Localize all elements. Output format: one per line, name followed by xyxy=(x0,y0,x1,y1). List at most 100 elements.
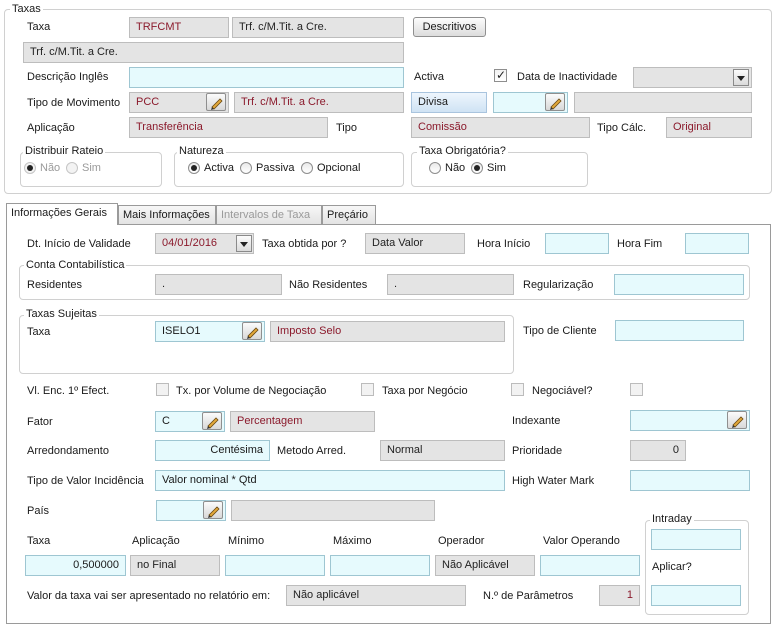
tipo-mov-desc-field: Trf. c/M.Tit. a Cre. xyxy=(234,92,404,113)
obrigatoria-nao-label: Não xyxy=(445,162,466,174)
tab-mais-informacoes[interactable]: Mais Informações xyxy=(118,205,216,225)
distribuir-title: Distribuir Rateio xyxy=(23,145,106,158)
valor-operando-input[interactable] xyxy=(540,555,640,576)
fator-picker-icon[interactable] xyxy=(202,412,222,430)
col-aplicacao-header: Aplicação xyxy=(132,535,180,547)
data-inact-dropdown-icon[interactable] xyxy=(733,69,749,86)
desc-ingles-label: Descrição Inglês xyxy=(27,71,109,83)
taxas-group-title: Taxas xyxy=(10,3,43,16)
distribuir-nao-radio xyxy=(24,162,36,174)
natureza-opcional-label: Opcional xyxy=(317,162,361,174)
hora-inicio-input[interactable] xyxy=(545,233,609,254)
col-valor-operando-header: Valor Operando xyxy=(543,535,620,547)
sujeitas-taxa-desc-field: Imposto Selo xyxy=(270,321,505,342)
hora-fim-input[interactable] xyxy=(685,233,749,254)
fator-desc-field: Percentagem xyxy=(230,411,375,432)
hora-inicio-label: Hora Início xyxy=(477,238,531,250)
col-taxa-header: Taxa xyxy=(27,535,51,547)
tx-volume-checkbox[interactable] xyxy=(361,383,374,396)
distribuir-sim-label: Sim xyxy=(82,162,101,174)
col-operador-header: Operador xyxy=(438,535,485,547)
negociavel-checkbox[interactable] xyxy=(630,383,643,396)
negociavel-label: Negociável? xyxy=(532,385,593,397)
tx-volume-label: Tx. por Volume de Negociação xyxy=(176,385,327,397)
intraday-title: Intraday xyxy=(650,513,694,526)
tipo-valor-input[interactable]: Valor nominal * Qtd xyxy=(155,470,505,491)
obrigatoria-sim-label: Sim xyxy=(487,162,506,174)
residentes-label: Residentes xyxy=(27,279,83,291)
tipo-mov-picker-icon[interactable] xyxy=(206,93,226,111)
arred-label: Arredondamento xyxy=(27,445,109,457)
tipo-valor-label: Tipo de Valor Incidência xyxy=(27,475,144,487)
high-water-label: High Water Mark xyxy=(512,475,595,487)
aplicacao-field: Transferência xyxy=(129,117,328,138)
aplicacao-value-field: no Final xyxy=(130,555,220,576)
n-param-field: 1 xyxy=(599,585,640,606)
taxa-obtida-field: Data Valor xyxy=(365,233,465,254)
divisa-field: Divisa xyxy=(411,92,487,113)
distribuir-nao-label: Não xyxy=(40,162,61,174)
divisa-picker-icon[interactable] xyxy=(545,93,565,111)
taxa-value-input[interactable]: 0,500000 xyxy=(25,555,126,576)
natureza-passiva-label: Passiva xyxy=(256,162,295,174)
conta-title: Conta Contabilística xyxy=(24,259,127,272)
tab-intervalos-de-taxa[interactable]: Intervalos de Taxa xyxy=(216,205,322,225)
natureza-passiva-radio[interactable] xyxy=(240,162,252,174)
taxa-negocio-checkbox[interactable] xyxy=(511,383,524,396)
tab-informacoes-gerais[interactable]: Informações Gerais xyxy=(6,203,118,225)
tipo-cliente-input[interactable] xyxy=(615,320,744,341)
activa-label: Activa xyxy=(414,71,444,83)
tab-precario[interactable]: Preçário xyxy=(322,205,376,225)
operador-field: Não Aplicável xyxy=(435,555,535,576)
divisa-desc-field xyxy=(574,92,752,113)
fator-label: Fator xyxy=(27,416,53,428)
activa-checkbox[interactable] xyxy=(494,68,507,82)
long-desc-field: Trf. c/M.Tit. a Cre. xyxy=(23,42,404,63)
pais-picker-icon[interactable] xyxy=(203,501,223,519)
metodo-arred-field: Normal xyxy=(380,440,505,461)
obrigatoria-sim-radio[interactable] xyxy=(471,162,483,174)
descritivos-button[interactable]: Descritivos xyxy=(413,17,486,37)
taxa-label: Taxa xyxy=(27,21,51,33)
high-water-input[interactable] xyxy=(630,470,750,491)
desc-ingles-input[interactable] xyxy=(129,67,404,88)
taxa-obtida-label: Taxa obtida por ? xyxy=(262,238,347,250)
nao-residentes-field: . xyxy=(387,274,514,295)
tipo-calc-field: Original xyxy=(666,117,752,138)
tipo-mov-label: Tipo de Movimento xyxy=(27,97,121,109)
natureza-activa-radio[interactable] xyxy=(188,162,200,174)
sujeitas-taxa-picker-icon[interactable] xyxy=(242,322,262,340)
obrigatoria-title: Taxa Obrigatória? xyxy=(417,145,508,158)
sujeitas-title: Taxas Sujeitas xyxy=(24,308,99,321)
natureza-title: Natureza xyxy=(177,145,226,158)
col-maximo-header: Máximo xyxy=(333,535,372,547)
vl-enc-checkbox[interactable] xyxy=(156,383,169,396)
nao-residentes-label: Não Residentes xyxy=(289,279,368,291)
aplicar-label: Aplicar? xyxy=(652,561,692,573)
tipo-cliente-label: Tipo de Cliente xyxy=(523,325,597,337)
residentes-field: . xyxy=(155,274,282,295)
natureza-opcional-radio[interactable] xyxy=(301,162,313,174)
natureza-activa-label: Activa xyxy=(204,162,234,174)
obrigatoria-nao-radio[interactable] xyxy=(429,162,441,174)
minimo-input[interactable] xyxy=(225,555,325,576)
valor-relatorio-field: Não aplicável xyxy=(286,585,466,606)
maximo-input[interactable] xyxy=(330,555,430,576)
indexante-label: Indexante xyxy=(512,415,561,427)
regularizacao-label: Regularização xyxy=(523,279,594,291)
dt-inicio-dropdown-icon[interactable] xyxy=(236,235,252,252)
sujeitas-taxa-label: Taxa xyxy=(27,326,51,338)
valor-relatorio-label: Valor da taxa vai ser apresentado no rel… xyxy=(27,590,271,602)
n-param-label: N.º de Parâmetros xyxy=(483,590,574,602)
prioridade-field: 0 xyxy=(630,440,686,461)
regularizacao-input[interactable] xyxy=(614,274,744,295)
taxa-desc-field: Trf. c/M.Tit. a Cre. xyxy=(232,17,404,38)
col-minimo-header: Mínimo xyxy=(228,535,265,547)
aplicar-input[interactable] xyxy=(651,585,741,606)
data-inact-label: Data de Inactividade xyxy=(517,71,618,83)
indexante-picker-icon[interactable] xyxy=(727,411,747,429)
intraday-input[interactable] xyxy=(651,529,741,550)
tipo-field: Comissão xyxy=(411,117,590,138)
hora-fim-label: Hora Fim xyxy=(617,238,663,250)
arred-input[interactable]: Centésima xyxy=(155,440,270,461)
